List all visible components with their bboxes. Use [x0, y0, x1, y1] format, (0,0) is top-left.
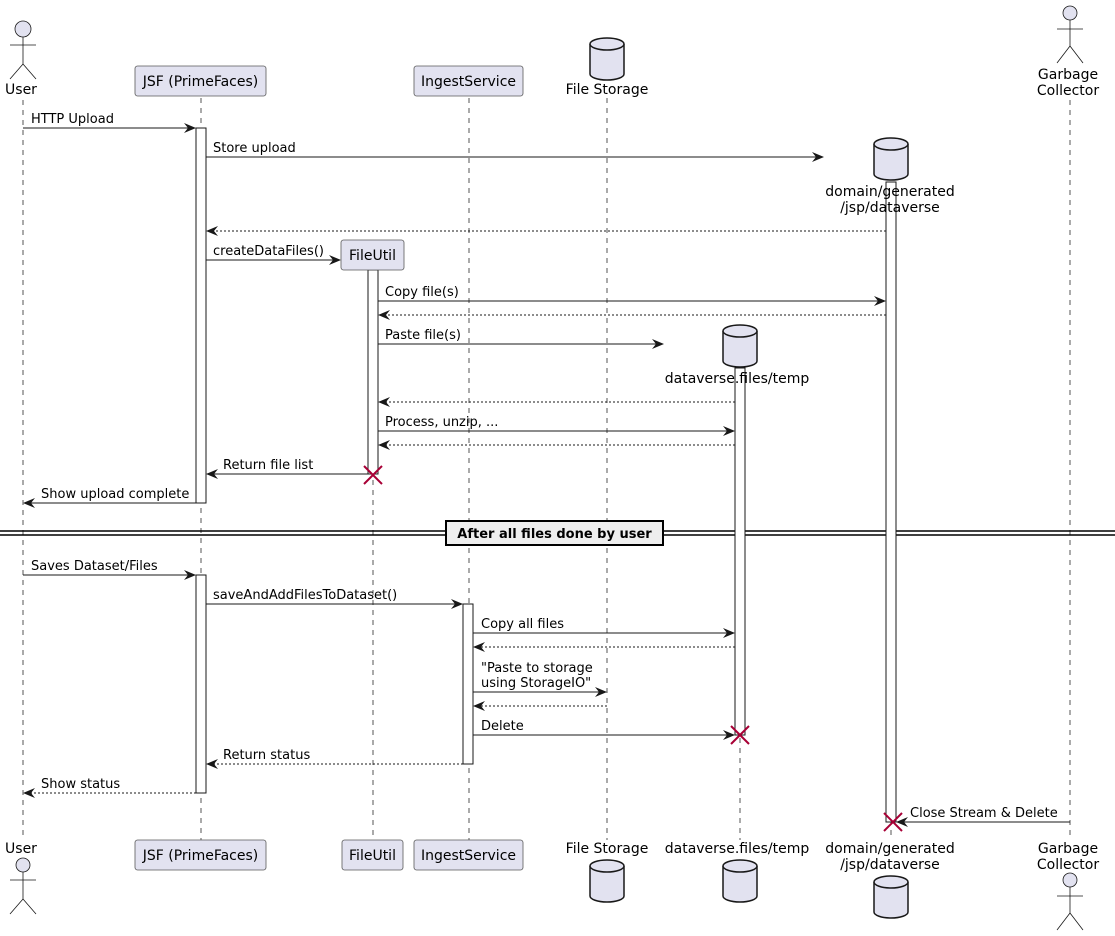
database-icon — [722, 324, 758, 368]
database-icon — [589, 37, 625, 81]
participant-domain-created[interactable]: domain/generated /jsp/dataverse — [825, 137, 955, 216]
participant-label: JSF (PrimeFaces) — [142, 74, 259, 90]
message-labels: HTTP Upload Store upload createDataFiles… — [31, 112, 1058, 821]
participant-user-bottom[interactable]: User — [5, 841, 37, 915]
participant-jsf-top[interactable]: JSF (PrimeFaces) — [134, 65, 267, 97]
message-label: using StorageIO" — [481, 676, 591, 691]
message-label: Paste file(s) — [385, 328, 461, 343]
participant-label: FileUtil — [349, 248, 396, 264]
participant-gc-top[interactable]: Garbage Collector — [1037, 5, 1099, 99]
message-label: Close Stream & Delete — [910, 806, 1058, 821]
participant-fileutil-bottom[interactable]: FileUtil — [341, 839, 404, 871]
messages — [23, 123, 1070, 827]
activation-temp — [734, 367, 746, 736]
participant-fileutil-created[interactable]: FileUtil — [340, 239, 405, 271]
actor-icon — [1056, 5, 1084, 64]
participant-label: IngestService — [421, 74, 516, 90]
database-icon — [873, 137, 909, 181]
participant-label: IngestService — [421, 848, 516, 864]
participant-filestorage-top[interactable]: File Storage — [566, 37, 649, 98]
participant-label: JSF (PrimeFaces) — [142, 848, 259, 864]
divider-label: After all files done by user — [457, 527, 652, 542]
message-label: Process, unzip, ... — [385, 415, 498, 430]
participant-filestorage-bottom[interactable]: File Storage — [566, 841, 649, 903]
participant-label: domain/generated — [825, 184, 954, 200]
message-label: Delete — [481, 719, 524, 734]
message-label: Store upload — [213, 141, 296, 156]
message-label: Copy file(s) — [385, 285, 459, 300]
participant-user-top[interactable]: User — [5, 20, 37, 98]
actor-icon — [1056, 872, 1084, 931]
message-label: Show upload complete — [41, 487, 189, 502]
participant-gc-bottom[interactable]: Garbage Collector — [1037, 841, 1099, 931]
participant-label: /jsp/dataverse — [840, 857, 940, 873]
message-label: Copy all files — [481, 617, 564, 632]
database-icon — [722, 859, 758, 903]
participant-label: File Storage — [566, 82, 649, 98]
participants-top: User JSF (PrimeFaces) FileUtil IngestSer… — [5, 5, 1099, 387]
message-label: "Paste to storage — [481, 661, 593, 676]
participant-label: Collector — [1037, 83, 1099, 99]
participant-label: dataverse.files/temp — [665, 371, 810, 387]
actor-icon — [9, 20, 37, 80]
activation-fileutil — [367, 269, 379, 475]
sequence-diagram: After all files done by user HTTP Upload… — [0, 5, 1115, 931]
participant-label: Garbage — [1038, 67, 1098, 83]
message-label: Return status — [223, 748, 310, 763]
activation-ingest — [462, 603, 474, 765]
actor-icon — [9, 857, 37, 915]
participant-label: File Storage — [566, 841, 649, 857]
database-icon — [589, 859, 625, 903]
participant-label: /jsp/dataverse — [840, 200, 940, 216]
participant-label: Collector — [1037, 857, 1099, 873]
message-label: saveAndAddFilesToDataset() — [213, 588, 397, 603]
participants-bottom: User JSF (PrimeFaces) FileUtil IngestSer… — [5, 839, 1099, 931]
message-label: createDataFiles() — [213, 244, 324, 259]
participant-domain-bottom[interactable]: domain/generated /jsp/dataverse — [825, 841, 955, 919]
participant-jsf-bottom[interactable]: JSF (PrimeFaces) — [134, 839, 267, 871]
participant-label: domain/generated — [825, 841, 954, 857]
activations — [195, 127, 897, 823]
activation-jsf-1 — [195, 127, 207, 504]
message-label: Show status — [41, 777, 120, 792]
participant-label: FileUtil — [349, 848, 396, 864]
participant-temp-bottom[interactable]: dataverse.files/temp — [665, 841, 810, 903]
participant-label: User — [5, 841, 37, 857]
participant-ingest-bottom[interactable]: IngestService — [413, 839, 524, 871]
participant-ingest-top[interactable]: IngestService — [413, 65, 524, 97]
message-label: HTTP Upload — [31, 112, 114, 127]
participant-label: dataverse.files/temp — [665, 841, 810, 857]
message-label: Saves Dataset/Files — [31, 559, 158, 574]
activation-jsf-2 — [195, 574, 207, 794]
participant-label: Garbage — [1038, 841, 1098, 857]
message-label: Return file list — [223, 458, 313, 473]
participant-label: User — [5, 82, 37, 98]
section-divider: After all files done by user — [0, 520, 1115, 546]
database-icon — [873, 875, 909, 919]
activation-domain — [885, 181, 897, 823]
participant-temp-created[interactable]: dataverse.files/temp — [665, 324, 810, 387]
